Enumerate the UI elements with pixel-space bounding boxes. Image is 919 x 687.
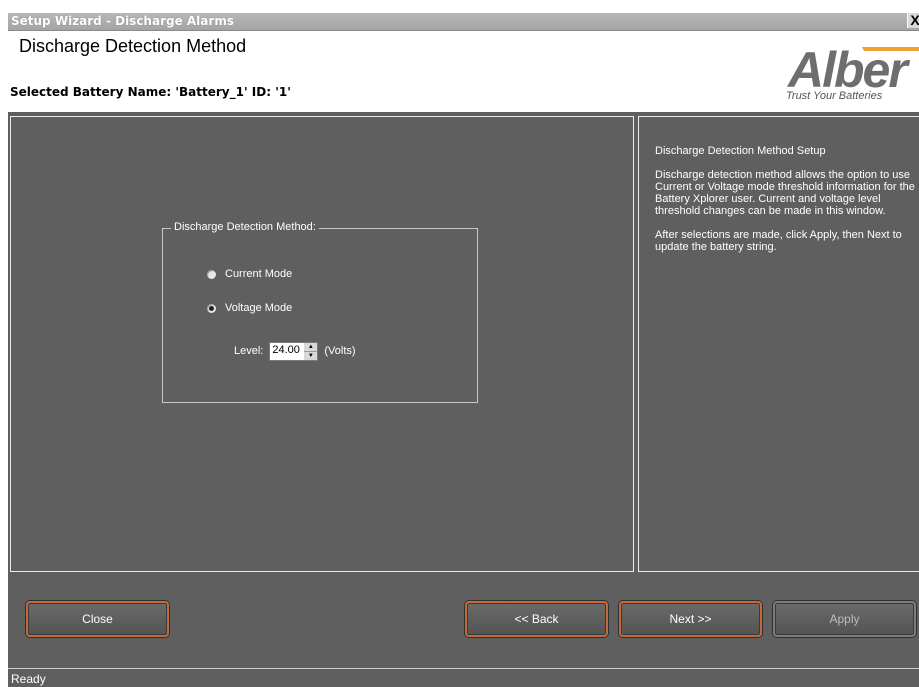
voltage-mode-label: Voltage Mode	[225, 302, 293, 314]
level-unit: (Volts)	[324, 345, 356, 357]
back-button[interactable]: << Back	[465, 601, 608, 637]
radio-selected-icon[interactable]	[207, 303, 216, 313]
apply-button[interactable]: Apply	[773, 601, 916, 637]
decrement-icon[interactable]: ▼	[304, 350, 318, 360]
status-text: Ready	[11, 672, 46, 686]
help-paragraph-2: After selections are made, click Apply, …	[655, 229, 902, 253]
increment-icon[interactable]: ▲	[304, 343, 317, 351]
window-title: Setup Wizard - Discharge Alarms	[11, 14, 234, 28]
help-panel: Discharge Detection Method Setup Dischar…	[638, 116, 919, 572]
close-window-icon[interactable]: X	[907, 13, 919, 28]
level-row: Level: ▲ ▼ (Volts)	[234, 341, 356, 361]
current-mode-label: Current Mode	[225, 268, 293, 280]
page-title: Discharge Detection Method	[19, 36, 247, 56]
selected-battery-label: Selected Battery Name: 'Battery_1' ID: '…	[10, 85, 291, 99]
current-mode-radio[interactable]: Current Mode	[207, 265, 427, 283]
help-text: Discharge Detection Method Setup Dischar…	[655, 145, 917, 265]
logo-tagline: Trust Your Batteries	[786, 90, 883, 102]
setup-wizard-window: Setup Wizard - Discharge Alarms X Discha…	[8, 13, 919, 687]
help-heading: Discharge Detection Method Setup	[655, 145, 826, 157]
status-bar: Ready	[8, 668, 919, 687]
level-stepper[interactable]: ▲ ▼	[269, 341, 319, 361]
next-button[interactable]: Next >>	[619, 601, 762, 637]
radio-unselected-icon[interactable]	[207, 269, 216, 279]
title-bar[interactable]: Setup Wizard - Discharge Alarms X	[8, 13, 919, 31]
level-input[interactable]	[270, 342, 305, 358]
voltage-mode-radio[interactable]: Voltage Mode	[207, 299, 427, 317]
stepper-arrows[interactable]: ▲ ▼	[304, 342, 318, 360]
wizard-header: Discharge Detection Method Selected Batt…	[8, 31, 919, 112]
discharge-method-group: Discharge Detection Method: Current Mode…	[162, 221, 478, 403]
help-paragraph-1: Discharge detection method allows the op…	[655, 169, 915, 217]
close-button[interactable]: Close	[26, 601, 169, 637]
level-label: Level:	[234, 345, 264, 357]
group-label: Discharge Detection Method:	[171, 221, 319, 233]
